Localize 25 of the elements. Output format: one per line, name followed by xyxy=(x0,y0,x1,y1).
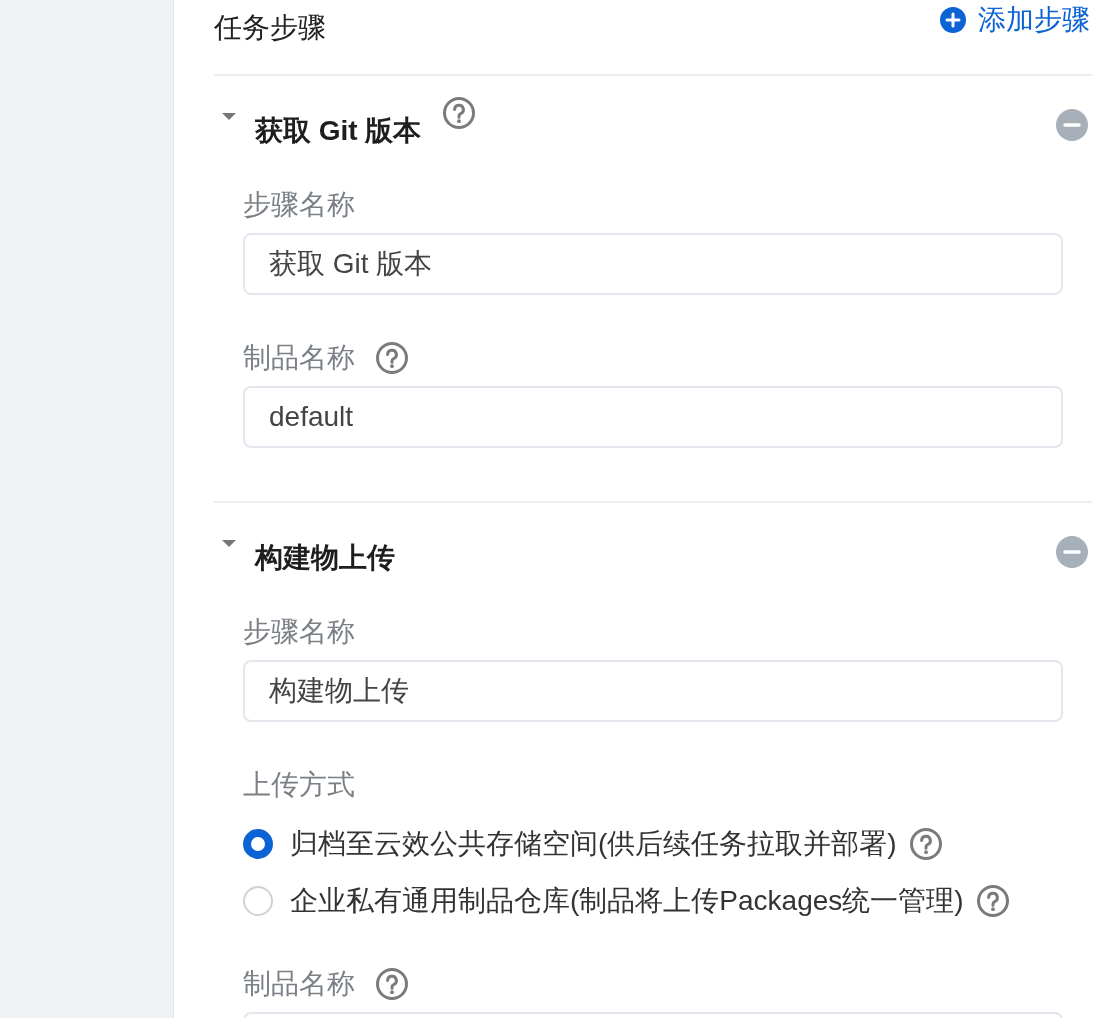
option-label[interactable]: 企业私有通用制品仓库(制品将上传Packages统一管理) xyxy=(290,881,964,921)
input-field[interactable]: 获取 Git 版本 xyxy=(243,233,1063,295)
help-icon[interactable] xyxy=(976,885,1009,917)
remove-step-icon[interactable] xyxy=(1056,109,1088,141)
radio-button[interactable] xyxy=(243,829,273,859)
plus-icon xyxy=(940,7,966,33)
help-icon[interactable] xyxy=(376,968,408,1000)
help-icon[interactable] xyxy=(909,828,942,860)
caret-icon[interactable] xyxy=(222,540,236,547)
input-field[interactable]: 构建物上传 xyxy=(243,660,1063,722)
step-title: 构建物上传 xyxy=(255,541,395,575)
section-title: 任务步骤 xyxy=(214,11,326,45)
field-label: 制品名称 xyxy=(243,967,355,1001)
field-label: 步骤名称 xyxy=(243,615,355,649)
caret-icon[interactable] xyxy=(222,113,236,120)
help-icon[interactable] xyxy=(443,97,476,129)
field-label: 制品名称 xyxy=(243,341,355,375)
field-label: 步骤名称 xyxy=(243,188,355,222)
option-label[interactable]: 归档至云效公共存储空间(供后续任务拉取并部署) xyxy=(290,824,897,864)
field-label: 上传方式 xyxy=(243,768,355,802)
help-icon[interactable] xyxy=(376,342,408,374)
step-title: 获取 Git 版本 xyxy=(255,114,422,148)
remove-step-icon[interactable] xyxy=(1056,536,1088,568)
input-field[interactable]: default xyxy=(243,386,1063,448)
add-step-button[interactable]: 添加步骤 xyxy=(940,0,1090,40)
